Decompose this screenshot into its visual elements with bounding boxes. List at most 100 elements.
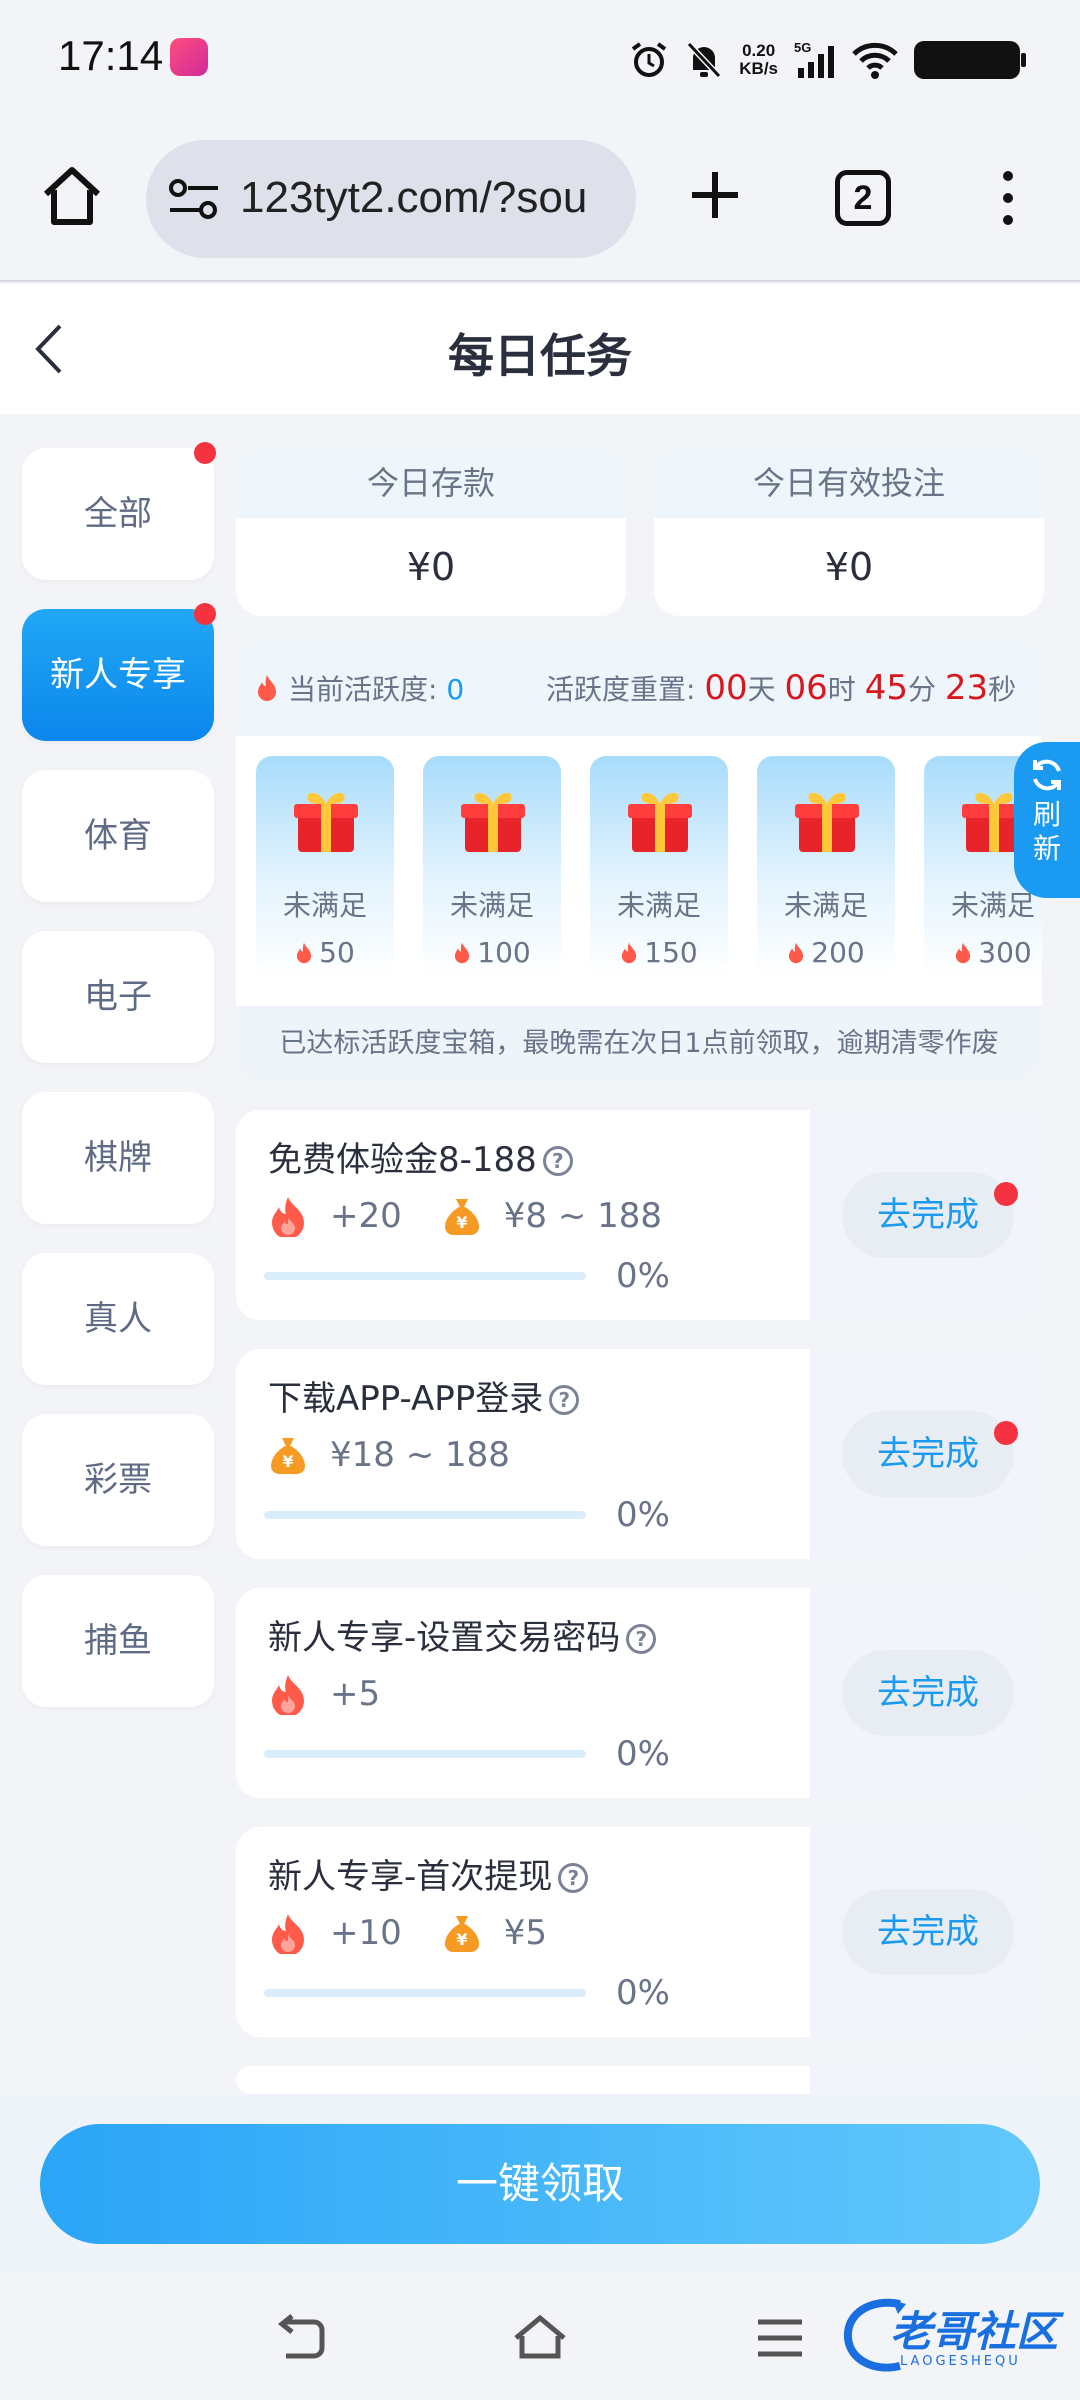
- back-nav-icon[interactable]: [272, 2314, 328, 2362]
- notification-dot: [194, 603, 216, 625]
- task-progress-bar: [264, 1272, 586, 1280]
- task-activity-reward: +10: [330, 1913, 402, 1953]
- help-icon[interactable]: ?: [626, 1624, 657, 1654]
- task-activity-reward: +20: [330, 1196, 402, 1236]
- notification-dot: [994, 1182, 1018, 1206]
- countdown-days: 00: [704, 668, 748, 708]
- task-card-partial: [236, 2066, 1042, 2094]
- system-nav-bar: 老哥社区 LAOGESHEQU: [0, 2274, 1080, 2400]
- flame-icon: [455, 942, 470, 964]
- status-time: 17:14: [58, 32, 164, 79]
- task-title: 新人专享-设置交易密码?: [268, 1610, 657, 1659]
- task-progress-bar: [264, 1511, 586, 1519]
- flame-icon: [789, 942, 804, 964]
- recents-nav-icon[interactable]: [756, 2314, 804, 2362]
- chest-state: 未满足: [950, 889, 1035, 922]
- task-progress-bar: [264, 1989, 586, 1997]
- help-icon[interactable]: ?: [542, 1146, 573, 1176]
- svg-text:¥: ¥: [282, 1452, 293, 1471]
- refresh-button[interactable]: 刷 新: [1014, 742, 1080, 898]
- refresh-label: 新: [1032, 832, 1061, 865]
- valid-bet-label: 今日有效投注: [654, 448, 1044, 518]
- task-card: 免费体验金8-188? +20 ¥ ¥8 ~ 188 0% 去完成: [236, 1110, 1042, 1320]
- deposit-label: 今日存款: [236, 448, 626, 518]
- go-complete-button[interactable]: 去完成: [842, 1650, 1014, 1736]
- sidebar-item-newcomer[interactable]: 新人专享: [22, 603, 216, 741]
- activity-header: 当前活跃度: 0 活跃度重置: 00天 06时 45分 23秒: [236, 640, 1042, 736]
- claim-all-button[interactable]: 一键领取: [40, 2124, 1040, 2244]
- countdown-minutes: 45: [864, 668, 908, 708]
- sidebar-item-all[interactable]: 全部: [22, 442, 216, 580]
- flame-icon: [272, 1197, 304, 1237]
- claim-bar: 一键领取: [0, 2094, 1080, 2274]
- chest-points: 100: [423, 936, 561, 969]
- money-bag-icon: ¥: [444, 1199, 479, 1235]
- task-card: 新人专享-设置交易密码? +5 0% 去完成: [236, 1588, 1042, 1798]
- task-progress-bar: [264, 1750, 586, 1758]
- refresh-icon: [1033, 759, 1061, 791]
- help-icon[interactable]: ?: [558, 1863, 589, 1893]
- category-sidebar: 全部 新人专享 体育 电子 棋牌 真人 彩票 捕鱼: [22, 442, 216, 1736]
- tab-count-button[interactable]: 2: [835, 170, 891, 226]
- reward-chest[interactable]: 未满足 150: [590, 756, 728, 978]
- activity-reset-countdown: 活跃度重置: 00天 06时 45分 23秒: [546, 668, 1017, 708]
- task-rewards: +20 ¥ ¥8 ~ 188: [268, 1194, 662, 1238]
- gift-box-icon: [461, 792, 525, 852]
- activity-panel: 当前活跃度: 0 活跃度重置: 00天 06时 45分 23秒 未满足 50 未…: [236, 640, 1042, 1082]
- task-title: 新人专享-首次提现?: [268, 1849, 589, 1898]
- sidebar-item-lottery[interactable]: 彩票: [22, 1414, 214, 1546]
- go-complete-button[interactable]: 去完成: [842, 1172, 1014, 1258]
- notification-dot: [194, 442, 216, 464]
- task-title: 下载APP-APP登录?: [268, 1371, 580, 1420]
- task-progress-text: 0%: [616, 1973, 670, 2013]
- go-complete-button[interactable]: 去完成: [842, 1411, 1014, 1497]
- flame-icon: [272, 1675, 304, 1715]
- chest-points: 150: [590, 936, 728, 969]
- deposit-card: 今日存款 ¥0: [236, 448, 626, 616]
- task-rewards: +5: [268, 1672, 380, 1716]
- valid-bet-card: 今日有效投注 ¥0: [654, 448, 1044, 616]
- site-settings-icon[interactable]: [166, 176, 222, 222]
- task-progress-text: 0%: [616, 1734, 670, 1774]
- page-title: 每日任务: [448, 329, 632, 383]
- help-icon[interactable]: ?: [549, 1385, 580, 1415]
- chest-points: 50: [256, 936, 394, 969]
- go-complete-button[interactable]: 去完成: [842, 1889, 1014, 1975]
- sidebar-item-label: 棋牌: [84, 1138, 152, 1178]
- url-text: 123tyt2.com/?sou: [240, 173, 588, 222]
- sidebar-item-fishing[interactable]: 捕鱼: [22, 1575, 214, 1707]
- more-menu-icon[interactable]: [990, 166, 1026, 230]
- mute-bell-icon: [687, 41, 722, 79]
- sidebar-item-sports[interactable]: 体育: [22, 770, 214, 902]
- flame-icon: [258, 675, 276, 701]
- home-nav-icon[interactable]: [510, 2314, 570, 2362]
- reward-chest[interactable]: 未满足 100: [423, 756, 561, 978]
- address-bar[interactable]: 123tyt2.com/?sou: [146, 140, 636, 258]
- sidebar-item-live[interactable]: 真人: [22, 1253, 214, 1385]
- svg-text:¥: ¥: [456, 1930, 467, 1949]
- task-progress-text: 0%: [616, 1256, 670, 1296]
- wifi-icon: [852, 42, 898, 79]
- flame-icon: [297, 942, 312, 964]
- sidebar-item-electronic[interactable]: 电子: [22, 931, 214, 1063]
- current-activity: 当前活跃度: 0: [288, 673, 465, 706]
- task-money-reward: ¥5: [503, 1913, 548, 1953]
- home-icon[interactable]: [36, 160, 108, 232]
- reward-chest[interactable]: 未满足 200: [757, 756, 895, 978]
- svg-text:5G: 5G: [794, 40, 811, 55]
- sidebar-item-label: 新人专享: [50, 655, 186, 695]
- sidebar-item-label: 体育: [84, 816, 152, 856]
- money-bag-icon: ¥: [444, 1916, 479, 1952]
- sidebar-item-cards[interactable]: 棋牌: [22, 1092, 214, 1224]
- gift-box-icon: [795, 792, 859, 852]
- new-tab-icon[interactable]: [680, 160, 750, 230]
- chest-list[interactable]: 未满足 50 未满足 100 未满足 150 未满足 200 未满足 300: [236, 736, 1042, 1006]
- svg-text:¥: ¥: [456, 1213, 467, 1232]
- reward-chest[interactable]: 未满足 50: [256, 756, 394, 978]
- gift-box-icon: [294, 792, 358, 852]
- chest-state: 未满足: [616, 889, 701, 922]
- task-rewards: ¥ ¥18 ~ 188: [268, 1433, 510, 1477]
- app-notification-icon: [170, 38, 208, 76]
- deposit-value: ¥0: [406, 545, 456, 589]
- countdown-seconds: 23: [944, 668, 989, 708]
